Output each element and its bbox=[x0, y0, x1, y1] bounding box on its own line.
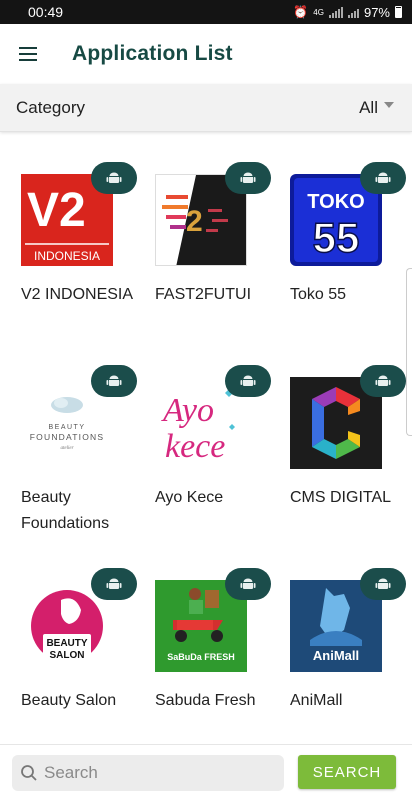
app-name: CMS DIGITAL bbox=[290, 489, 392, 506]
svg-text:SaBuDa FRESH: SaBuDa FRESH bbox=[167, 652, 235, 662]
svg-text:FOUNDATIONS: FOUNDATIONS bbox=[30, 432, 104, 442]
svg-text:INDONESIA: INDONESIA bbox=[34, 249, 100, 263]
app-name: Beauty Foundations bbox=[21, 489, 110, 532]
android-platform-badge bbox=[360, 162, 406, 194]
signal-icon bbox=[328, 6, 343, 18]
battery-percent: 97% bbox=[363, 4, 390, 20]
battery-icon bbox=[395, 6, 402, 18]
svg-text:V2: V2 bbox=[27, 184, 86, 237]
android-platform-badge bbox=[360, 365, 406, 397]
svg-text:BEAUTY: BEAUTY bbox=[46, 638, 87, 649]
app-card[interactable]: 2 FAST2FUTUI bbox=[155, 140, 275, 340]
search-input[interactable] bbox=[44, 763, 264, 783]
search-button[interactable]: SEARCH bbox=[298, 755, 396, 789]
android-platform-badge bbox=[91, 162, 137, 194]
android-icon bbox=[375, 375, 391, 386]
app-card[interactable]: AniMall AniMall bbox=[290, 546, 410, 744]
android-icon bbox=[240, 375, 256, 386]
android-icon bbox=[240, 172, 256, 183]
search-bar: SEARCH bbox=[0, 744, 412, 800]
app-name: Toko 55 bbox=[290, 286, 347, 303]
category-label: Category bbox=[16, 97, 85, 117]
svg-text:kece: kece bbox=[165, 428, 225, 465]
android-platform-badge bbox=[225, 568, 271, 600]
app-card[interactable]: SaBuDa FRESH Sabuda Fresh bbox=[155, 546, 275, 744]
app-name: FAST2FUTUI bbox=[155, 286, 252, 303]
app-card[interactable]: V2 INDONESIA V2 INDONESIA bbox=[21, 140, 141, 340]
android-platform-badge bbox=[225, 365, 271, 397]
signal-2-icon bbox=[347, 7, 359, 18]
hamburger-menu-icon[interactable] bbox=[0, 26, 56, 82]
android-platform-badge bbox=[91, 365, 137, 397]
app-name: AniMall bbox=[290, 692, 343, 709]
category-dropdown[interactable]: All bbox=[359, 98, 396, 118]
status-icons: ⏰ 4G 97% bbox=[293, 5, 402, 20]
status-time: 00:49 bbox=[28, 4, 64, 20]
app-name: V2 INDONESIA bbox=[21, 286, 134, 303]
page-title: Application List bbox=[72, 42, 233, 65]
app-name: Sabuda Fresh bbox=[155, 692, 256, 709]
search-icon bbox=[21, 765, 37, 781]
search-field[interactable] bbox=[12, 755, 284, 791]
app-card[interactable]: CMS DIGITAL bbox=[290, 343, 410, 543]
network-label: 4G bbox=[313, 7, 324, 17]
app-card[interactable]: BEAUTY FOUNDATIONS atelier Beauty Founda… bbox=[21, 343, 141, 543]
android-platform-badge bbox=[360, 568, 406, 600]
category-bar: Category All bbox=[0, 84, 412, 132]
app-name: Beauty Salon bbox=[21, 692, 117, 709]
android-icon bbox=[375, 578, 391, 589]
app-grid: V2 INDONESIA V2 INDONESIA 2 FAST2FUTUI T… bbox=[0, 140, 412, 744]
app-card[interactable]: Ayo kece Ayo Kece bbox=[155, 343, 275, 543]
svg-text:SALON: SALON bbox=[50, 650, 85, 661]
android-platform-badge bbox=[225, 162, 271, 194]
svg-text:2: 2 bbox=[186, 205, 203, 238]
app-name: Ayo Kece bbox=[155, 489, 224, 506]
status-bar: 00:49 ⏰ 4G 97% bbox=[0, 0, 412, 24]
dropdown-arrow-icon bbox=[384, 101, 394, 108]
android-icon bbox=[106, 375, 122, 386]
alarm-icon: ⏰ bbox=[293, 5, 309, 19]
android-icon bbox=[106, 578, 122, 589]
svg-text:atelier: atelier bbox=[60, 446, 73, 451]
app-bar: Application List bbox=[0, 24, 412, 84]
svg-text:Ayo: Ayo bbox=[161, 392, 214, 429]
android-icon bbox=[240, 578, 256, 589]
svg-text:55: 55 bbox=[313, 214, 360, 261]
android-icon bbox=[106, 172, 122, 183]
app-card[interactable]: BEAUTY SALON Beauty Salon bbox=[21, 546, 141, 744]
svg-text:AniMall: AniMall bbox=[313, 648, 359, 663]
category-selected-value: All bbox=[359, 97, 378, 117]
android-icon bbox=[375, 172, 391, 183]
scroll-handle[interactable] bbox=[406, 268, 412, 436]
svg-text:TOKO: TOKO bbox=[307, 191, 364, 213]
app-card[interactable]: TOKO 55 Toko 55 bbox=[290, 140, 410, 340]
android-platform-badge bbox=[91, 568, 137, 600]
svg-text:BEAUTY: BEAUTY bbox=[48, 424, 85, 431]
